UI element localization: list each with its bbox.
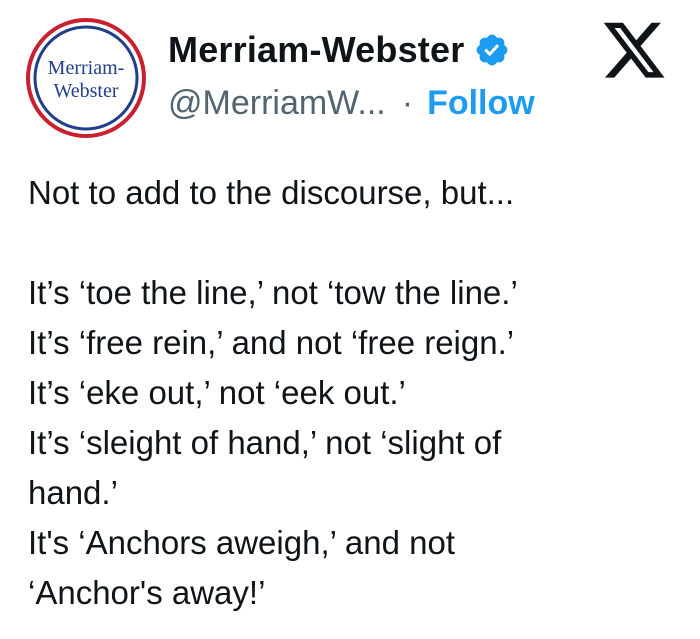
display-name[interactable]: Merriam-Webster xyxy=(168,29,464,71)
tweet-line: It’s ‘free rein,’ and not ‘free reign.’ xyxy=(28,324,515,361)
tweet-line: hand.’ xyxy=(28,474,118,511)
tweet-line: It’s ‘sleight of hand,’ not ‘slight of xyxy=(28,424,502,461)
tweet-line: It’s ‘eke out,’ not ‘eek out.’ xyxy=(28,374,406,411)
avatar[interactable]: Merriam- Webster xyxy=(26,18,146,138)
tweet-line: It’s ‘toe the line,’ not ‘tow the line.’ xyxy=(28,274,518,311)
tweet-line: It's ‘Anchors aweigh,’ and not xyxy=(28,524,455,561)
tweet-text: Not to add to the discourse, but... It’s… xyxy=(28,168,678,618)
merriam-webster-logo-icon: Merriam- Webster xyxy=(26,18,146,138)
verified-badge-icon xyxy=(474,32,510,68)
user-handle[interactable]: @MerriamW... xyxy=(168,84,386,123)
follow-button[interactable]: Follow xyxy=(427,84,535,123)
author-name-row: Merriam-Webster xyxy=(168,28,510,72)
x-logo-icon[interactable] xyxy=(600,22,668,84)
tweet-line: ‘Anchor's away!’ xyxy=(28,574,266,611)
author-handle-row: @MerriamW... · Follow xyxy=(168,82,535,124)
tweet-card: Merriam- Webster Merriam-Webster @Merria… xyxy=(0,0,700,639)
tweet-line: Not to add to the discourse, but... xyxy=(28,174,515,211)
avatar-text-line1: Merriam- xyxy=(48,57,125,79)
separator-dot: · xyxy=(401,83,414,122)
avatar-text-line2: Webster xyxy=(53,80,118,102)
